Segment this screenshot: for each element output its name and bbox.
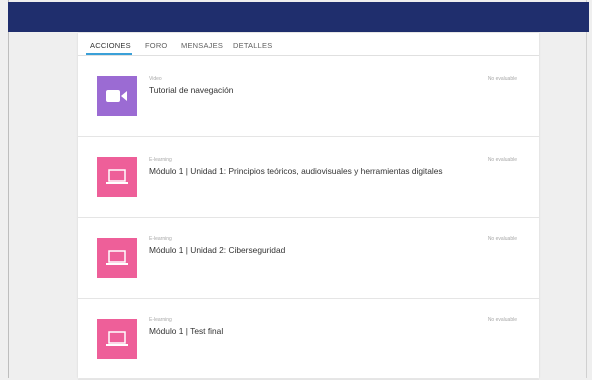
activity-item[interactable]: E-learning Módulo 1 | Unidad 2: Ciberseg… [78, 218, 539, 299]
course-panel: ACCIONES FORO MENSAJES DETALLES Video Tu… [78, 33, 539, 380]
activity-type: E-learning [149, 317, 172, 323]
top-navigation-bar [8, 2, 589, 32]
activity-type: E-learning [149, 157, 172, 163]
activity-item[interactable]: E-learning Módulo 1 | Test final No eval… [78, 299, 539, 380]
laptop-icon [106, 250, 128, 265]
elearning-thumbnail [97, 319, 137, 359]
activity-title[interactable]: Módulo 1 | Unidad 2: Ciberseguridad [149, 245, 285, 255]
activity-status: No evaluable [487, 236, 517, 242]
activity-item[interactable]: Video Tutorial de navegación No evaluabl… [78, 56, 539, 137]
window-right-border [586, 0, 587, 378]
activity-title[interactable]: Módulo 1 | Test final [149, 326, 223, 336]
activity-item[interactable]: E-learning Módulo 1 | Unidad 1: Principi… [78, 137, 539, 218]
elearning-thumbnail [97, 157, 137, 197]
activity-title[interactable]: Módulo 1 | Unidad 1: Principios teóricos… [149, 166, 443, 176]
tab-bar: ACCIONES FORO MENSAJES DETALLES [78, 33, 539, 56]
activity-title[interactable]: Tutorial de navegación [149, 85, 233, 95]
tab-mensajes[interactable]: MENSAJES [181, 41, 223, 50]
video-thumbnail [97, 76, 137, 116]
activity-type: E-learning [149, 236, 172, 242]
video-camera-icon [106, 90, 127, 102]
activity-type: Video [149, 76, 162, 82]
tab-detalles[interactable]: DETALLES [233, 41, 272, 50]
laptop-icon [106, 331, 128, 346]
window-left-border [8, 0, 9, 378]
activity-status: No evaluable [487, 76, 517, 82]
elearning-thumbnail [97, 238, 137, 278]
tab-acciones[interactable]: ACCIONES [90, 41, 131, 50]
laptop-icon [106, 169, 128, 184]
tab-foro[interactable]: FORO [145, 41, 167, 50]
activity-status: No evaluable [487, 317, 517, 323]
activity-status: No evaluable [487, 157, 517, 163]
active-tab-indicator [86, 53, 132, 55]
